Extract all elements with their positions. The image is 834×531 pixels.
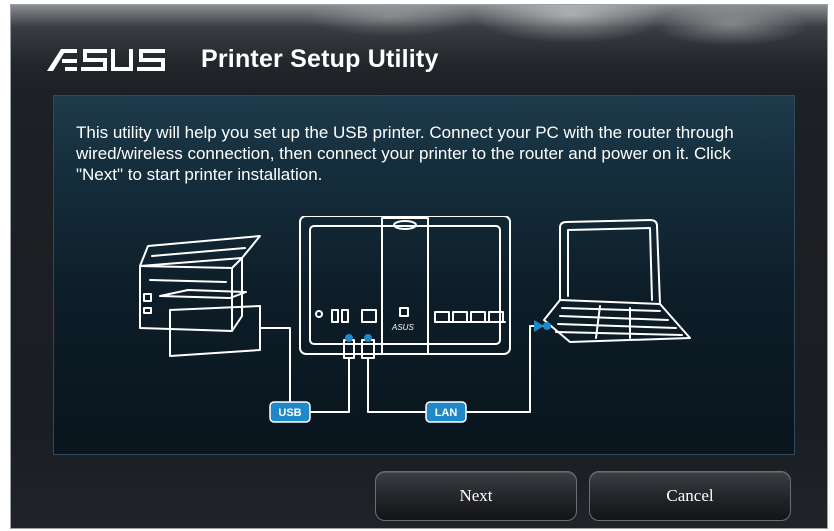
next-button[interactable]: Next	[375, 471, 577, 521]
cancel-button[interactable]: Cancel	[589, 471, 791, 521]
router-icon	[299, 216, 511, 359]
printer-icon	[139, 235, 261, 357]
asus-logo	[47, 49, 165, 71]
router-brand-label: ASUS	[391, 323, 414, 332]
printer-setup-window: Printer Setup Utility This utility will …	[10, 4, 828, 529]
instructions-text: This utility will help you set up the US…	[76, 123, 734, 184]
title-bar: Printer Setup Utility	[11, 5, 827, 97]
connection-diagram: ASUS USB LAN	[130, 216, 730, 446]
usb-badge: USB	[269, 401, 311, 423]
lan-badge: LAN	[425, 401, 467, 423]
usb-label: USB	[278, 407, 301, 419]
content-panel: This utility will help you set up the US…	[53, 95, 795, 455]
lan-label: LAN	[435, 407, 458, 419]
window-title: Printer Setup Utility	[201, 45, 439, 73]
laptop-icon	[543, 219, 691, 343]
